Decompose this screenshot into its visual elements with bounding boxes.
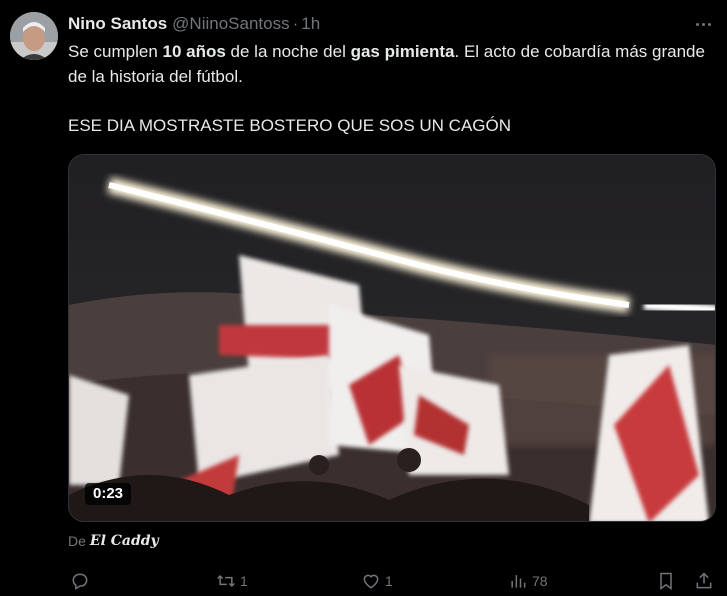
author-handle[interactable]: @NiinoSantoss xyxy=(172,14,289,34)
retweet-button[interactable]: 1 xyxy=(216,568,248,594)
retweet-count: 1 xyxy=(240,573,248,589)
like-count: 1 xyxy=(385,573,393,589)
like-button[interactable]: 1 xyxy=(361,568,393,594)
text-part: Se cumplen xyxy=(68,42,163,61)
separator-dot: · xyxy=(292,14,299,33)
views-count: 78 xyxy=(532,573,548,589)
tweet-paragraph-1: Se cumplen 10 años de la noche del gas p… xyxy=(68,40,718,89)
text-bold: 10 años xyxy=(162,42,226,61)
source-brand[interactable]: El Caddy xyxy=(90,533,159,549)
text-part: de la noche del xyxy=(225,42,351,61)
retweet-icon xyxy=(217,574,235,588)
avatar[interactable] xyxy=(10,12,58,60)
bookmark-icon xyxy=(660,572,672,590)
source-prefix: De xyxy=(68,533,86,549)
tweet-paragraph-2: ESE DIA MOSTRASTE BOSTERO QUE SOS UN CAG… xyxy=(68,115,512,135)
tweet-header: Nino Santos @NiinoSantoss · 1h xyxy=(68,13,320,35)
bookmark-button[interactable] xyxy=(656,568,676,594)
video-duration-badge: 0:23 xyxy=(85,483,132,505)
tweet-text: Se cumplen 10 años de la noche del gas p… xyxy=(68,40,718,138)
more-options-icon[interactable] xyxy=(688,14,718,34)
views-icon xyxy=(511,575,526,588)
tweet-actions: 1 1 78 xyxy=(68,568,718,594)
reply-button[interactable] xyxy=(70,568,90,594)
tweet-time[interactable]: 1h xyxy=(301,14,320,34)
share-icon xyxy=(696,572,712,589)
media-source[interactable]: De El Caddy xyxy=(68,533,159,549)
video-player[interactable] xyxy=(68,154,716,522)
share-button[interactable] xyxy=(694,568,714,594)
views-button[interactable]: 78 xyxy=(508,568,548,594)
author-name[interactable]: Nino Santos xyxy=(68,14,167,34)
reply-icon xyxy=(72,573,88,590)
text-bold: gas pimienta xyxy=(350,42,455,61)
heart-icon xyxy=(363,574,379,589)
